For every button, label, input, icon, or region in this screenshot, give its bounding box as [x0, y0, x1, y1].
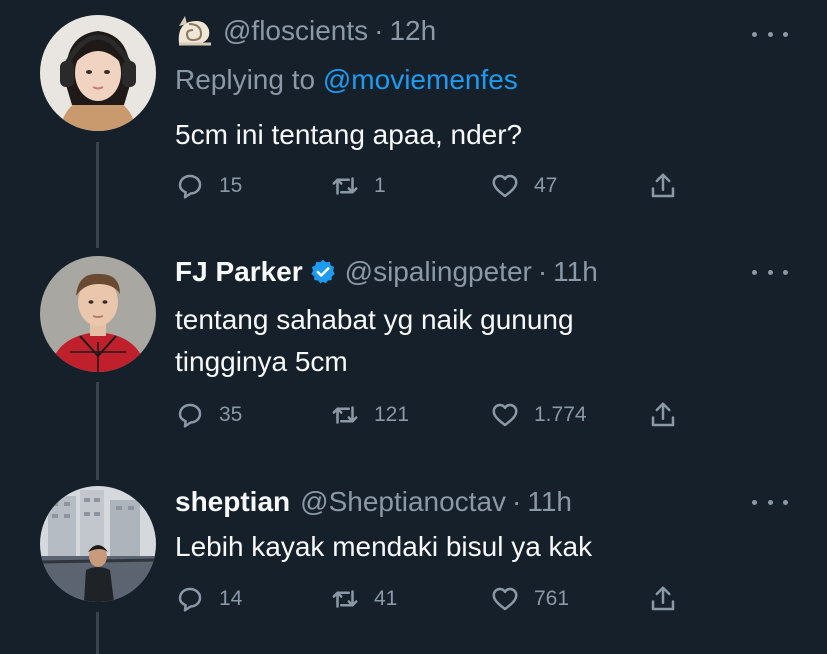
- retweet-icon: [332, 177, 358, 195]
- avatar-floscients[interactable]: [40, 15, 156, 131]
- reply-button[interactable]: 15: [175, 171, 242, 201]
- reply-icon: [178, 403, 202, 428]
- retweet-icon: [332, 406, 358, 424]
- user-handle[interactable]: @Sheptianoctav: [300, 485, 506, 519]
- tweet-header: @floscients · 12h: [175, 14, 436, 48]
- like-count: 761: [534, 587, 570, 610]
- thread-line-2: [96, 382, 99, 480]
- reply-button[interactable]: 35: [175, 400, 242, 430]
- heart-icon: [492, 174, 518, 198]
- share-button[interactable]: [648, 584, 678, 614]
- heart-icon: [492, 403, 518, 427]
- tweet-text-line: tentang sahabat yg naik gunung: [175, 304, 574, 335]
- tweet-text: Lebih kayak mendaki bisul ya kak: [175, 526, 592, 568]
- retweet-count: 41: [374, 587, 398, 610]
- more-options-icon[interactable]: [752, 262, 788, 282]
- separator-dot: ·: [537, 256, 548, 287]
- share-icon: [651, 402, 675, 427]
- more-options-icon[interactable]: [752, 24, 788, 44]
- reply-icon: [178, 587, 202, 612]
- retweet-icon: [332, 590, 358, 608]
- separator-dot: ·: [374, 15, 384, 46]
- share-button[interactable]: [648, 171, 678, 201]
- separator-dot: ·: [512, 486, 522, 517]
- replying-label: Replying to: [175, 64, 316, 95]
- retweet-count: 1: [374, 174, 386, 197]
- like-count: 47: [534, 174, 558, 197]
- retweet-count: 121: [374, 403, 410, 426]
- thread-line-1: [96, 142, 99, 248]
- like-count: 1.774: [534, 403, 587, 426]
- tweet-text-line: 5cm ini tentang apaa, nder?: [175, 119, 523, 150]
- reply-button[interactable]: 14: [175, 584, 242, 614]
- user-handle[interactable]: @sipalingpeter: [345, 255, 532, 289]
- retweet-button[interactable]: 121: [330, 400, 409, 430]
- share-button[interactable]: [648, 400, 678, 430]
- share-icon: [651, 173, 675, 198]
- reply-count: 15: [219, 174, 243, 197]
- reply-count: 14: [219, 587, 243, 610]
- display-name[interactable]: FJ Parker: [175, 255, 303, 289]
- tweet-text: tentang sahabat yg naik gunung tingginya…: [175, 299, 574, 383]
- user-handle[interactable]: @floscients: [223, 14, 368, 48]
- replying-mention-link[interactable]: @moviemenfes: [323, 64, 518, 95]
- heart-icon: [492, 587, 518, 611]
- tweet-time[interactable]: 11h: [553, 255, 598, 289]
- verified-badge-icon: [309, 258, 337, 286]
- shell-emoji-icon: [175, 14, 213, 48]
- retweet-button[interactable]: 1: [330, 171, 386, 201]
- tweet-text: 5cm ini tentang apaa, nder?: [175, 114, 522, 156]
- share-icon: [651, 586, 675, 611]
- avatar-sipalingpeter[interactable]: [40, 256, 156, 372]
- display-name[interactable]: sheptian: [175, 485, 290, 519]
- like-button[interactable]: 761: [490, 584, 569, 614]
- replying-to: Replying to @moviemenfes: [175, 62, 518, 98]
- avatar-sheptianoctav[interactable]: [40, 486, 156, 602]
- retweet-button[interactable]: 41: [330, 584, 397, 614]
- thread-line-3: [96, 612, 99, 654]
- more-options-icon[interactable]: [752, 492, 788, 512]
- tweet-time[interactable]: 12h: [389, 14, 436, 48]
- tweet-header: FJ Parker @sipalingpeter · 11h: [175, 255, 598, 289]
- tweet-text-line: Lebih kayak mendaki bisul ya kak: [175, 531, 593, 562]
- like-button[interactable]: 47: [490, 171, 557, 201]
- like-button[interactable]: 1.774: [490, 400, 587, 430]
- reply-icon: [178, 174, 202, 199]
- tweet-text-line: tingginya 5cm: [175, 346, 348, 377]
- reply-count: 35: [219, 403, 243, 426]
- tweet-time[interactable]: 11h: [527, 485, 572, 519]
- tweet-header: sheptian @Sheptianoctav · 11h: [175, 485, 572, 519]
